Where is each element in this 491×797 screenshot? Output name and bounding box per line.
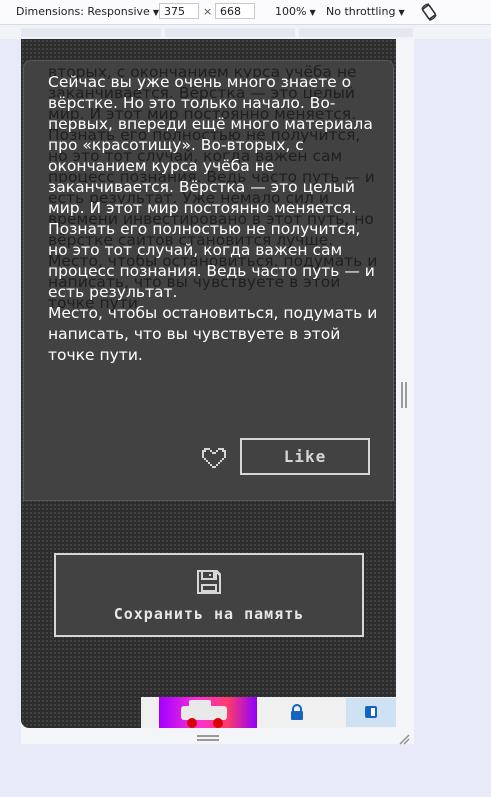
throttling-dropdown[interactable]: No throttling ▼ [326,5,405,18]
heart-icon[interactable] [200,446,228,474]
resize-corner-icon[interactable] [398,730,410,749]
car-wheel [213,718,223,728]
like-button[interactable]: Like [240,438,370,475]
page-background: материала про «красотищу». Во-вторых, с … [21,39,396,728]
card-text-paragraph: Сейчас вы уже очень много знаете о вёрст… [48,73,375,301]
zoom-dropdown[interactable]: 100% ▼ [275,5,316,18]
car-thumbnail [159,697,257,728]
ruler-segment [299,28,413,37]
car-wheel [187,718,197,728]
resize-handle-bottom[interactable] [197,735,219,741]
width-input[interactable]: 375 [159,3,199,19]
save-label: Сохранить на память [113,605,305,623]
ruler-segment [21,28,161,37]
tab-icon [365,706,377,718]
card-text: Сейчас вы уже очень много знаете о вёрст… [48,72,382,366]
tab-switcher-button[interactable] [346,698,396,727]
emulated-viewport: материала про «красотищу». Во-вторых, с … [21,39,413,744]
times-separator: × [203,5,213,18]
devtools-device-toolbar: Dimensions: Responsive ▼ 375 × 668 100% ▼ … [0,0,491,25]
resize-handle-right[interactable] [401,382,407,408]
reflection-card: материала про «красотищу». Во-вторых, с … [23,60,394,501]
height-input[interactable]: 668 [215,3,255,19]
save-icon [195,568,223,600]
chevron-down-icon: ▼ [398,8,405,17]
save-button[interactable]: Сохранить на память [54,553,364,637]
throttling-label: No throttling [326,5,396,18]
chevron-down-icon: ▼ [309,8,316,17]
dimensions-dropdown[interactable]: Dimensions: Responsive ▼ [16,5,159,18]
media-query-ruler [0,25,491,39]
rotate-icon[interactable] [420,2,438,25]
ruler-segment [165,28,295,37]
card-text-paragraph-2: Место, чтобы остановиться, подумать и на… [48,304,378,364]
dimensions-label: Dimensions: Responsive [16,5,150,18]
bottom-bar [141,697,396,728]
zoom-label: 100% [275,5,307,18]
lock-icon[interactable] [290,704,304,724]
